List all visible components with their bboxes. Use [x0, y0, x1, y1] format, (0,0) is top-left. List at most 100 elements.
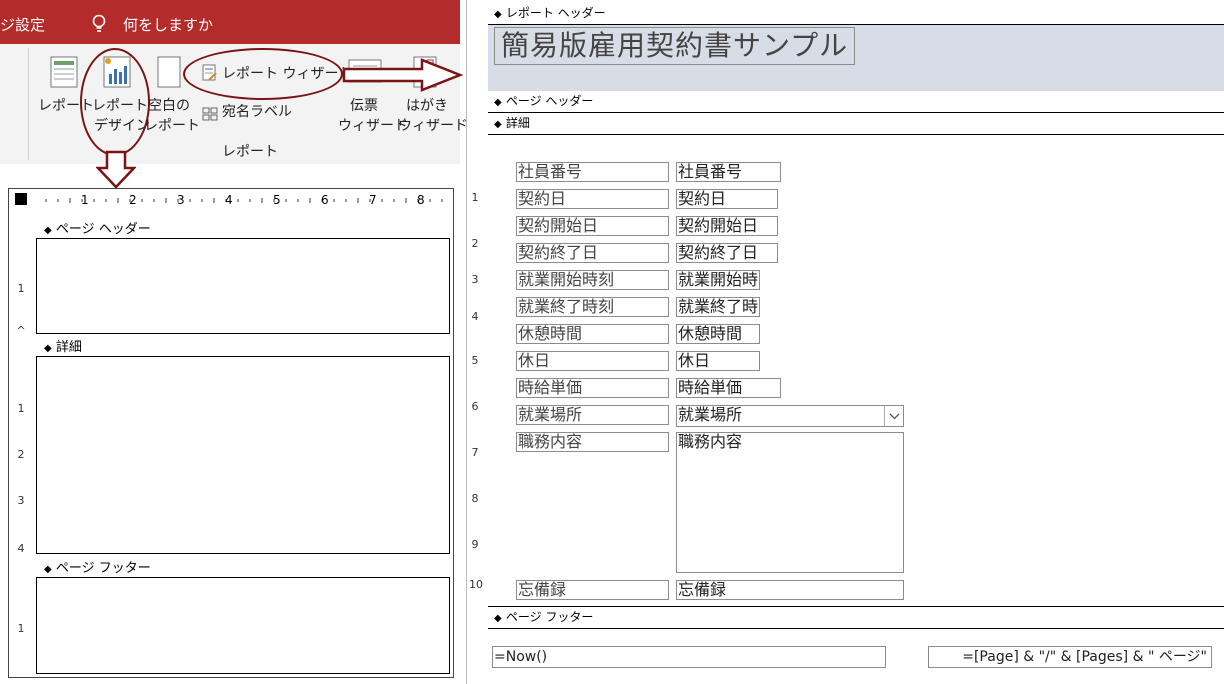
horizontal-ruler	[36, 190, 450, 210]
vruler-number: ^	[16, 324, 26, 337]
field-textbox[interactable]: 就業開始時	[676, 270, 760, 290]
section-bar-page-header[interactable]: ◆ ページ ヘッダー	[36, 218, 450, 238]
ruler-number: 2	[129, 193, 137, 207]
section-bar-detail[interactable]: ◆ 詳細	[36, 336, 450, 356]
highlight-report-wizard	[183, 48, 343, 100]
ruler-number: 6	[321, 193, 329, 207]
vruler-number: 1	[17, 622, 25, 635]
ruler-number: 4	[225, 193, 233, 207]
ribbon-divider	[28, 48, 29, 160]
arrow-right-annotation	[342, 58, 464, 92]
now-expression-textbox[interactable]: =Now()	[492, 646, 886, 668]
duties-textbox[interactable]: 職務内容	[676, 432, 904, 573]
vruler-number: 8	[471, 492, 479, 505]
field-textbox[interactable]: 就業終了時	[676, 297, 760, 317]
postcard-wizard-label-2[interactable]: ウィザード	[398, 116, 468, 136]
detail-area[interactable]	[36, 356, 450, 554]
vruler-number: 4	[17, 542, 25, 555]
vruler-number: 4	[471, 310, 479, 323]
field-textbox[interactable]: 契約日	[676, 189, 778, 209]
vruler-number: 3	[17, 494, 25, 507]
vruler-number: 2	[17, 448, 25, 461]
field-label[interactable]: 職務内容	[516, 432, 669, 452]
blank-report-label-1[interactable]: 空白の	[148, 96, 190, 116]
section-bar-report-header[interactable]: ◆ レポート ヘッダー	[488, 4, 1224, 24]
field-label[interactable]: 休日	[516, 351, 669, 371]
section-label: 詳細	[55, 340, 82, 355]
field-label[interactable]: 休憩時間	[516, 324, 669, 344]
field-label[interactable]: 時給単価	[516, 378, 669, 398]
postcard-wizard-label-1[interactable]: はがき	[406, 96, 448, 116]
section-marker-icon: ◆	[494, 119, 502, 130]
blank-report-icon	[157, 56, 181, 88]
vruler-number: 10	[469, 578, 483, 591]
section-label: ページ フッター	[505, 610, 594, 624]
vruler-number: 1	[17, 402, 25, 415]
field-label[interactable]: 就業開始時刻	[516, 270, 669, 290]
vruler-number: 5	[471, 354, 479, 367]
chevron-down-icon[interactable]	[884, 406, 903, 426]
separator	[488, 112, 1224, 113]
section-bar-page-footer[interactable]: ◆ ページ フッター	[36, 557, 450, 577]
section-marker-icon: ◆	[44, 225, 52, 236]
section-marker-icon: ◆	[494, 97, 502, 108]
section-label: レポート ヘッダー	[505, 6, 606, 20]
field-label[interactable]: 忘備録	[516, 580, 669, 600]
vruler-number: 6	[471, 400, 479, 413]
tell-me-search[interactable]: 何をしますか	[123, 14, 213, 35]
section-bar-page-header[interactable]: ◆ ページ ヘッダー	[488, 92, 1224, 112]
section-label: ページ ヘッダー	[505, 94, 594, 108]
lightbulb-icon	[92, 14, 106, 34]
field-textbox[interactable]: 忘備録	[676, 580, 904, 600]
arrow-down-annotation	[95, 150, 137, 190]
page-number-textbox[interactable]: =[Page] & "/" & [Pages] & " ページ"	[928, 646, 1212, 668]
select-all-box[interactable]	[15, 193, 27, 205]
section-bar-page-footer[interactable]: ◆ ページ フッター	[488, 608, 1224, 628]
page-footer-area[interactable]	[36, 577, 450, 674]
ribbon-tab-bar	[0, 0, 460, 44]
section-label: ページ フッター	[55, 561, 151, 576]
tab-page-setup[interactable]: ジ設定	[0, 14, 45, 35]
ruler-number: 1	[81, 193, 89, 207]
vruler-number: 3	[471, 273, 479, 286]
blank-report-label-2[interactable]: レポート	[144, 116, 200, 136]
field-textbox[interactable]: 契約開始日	[676, 216, 778, 236]
vruler-number: 1	[17, 282, 25, 295]
highlight-report-design	[80, 48, 150, 156]
field-textbox[interactable]: 契約終了日	[676, 243, 778, 263]
ruler-number: 3	[177, 193, 185, 207]
combobox-value: 就業場所	[678, 405, 743, 424]
field-textbox[interactable]: 休日	[676, 351, 760, 371]
field-label[interactable]: 就業終了時刻	[516, 297, 669, 317]
section-marker-icon: ◆	[494, 613, 502, 624]
ribbon-group-label: レポート	[222, 144, 278, 160]
labels-button[interactable]: 宛名ラベル	[222, 102, 292, 122]
vruler-number: 2	[471, 237, 479, 250]
field-label[interactable]: 契約終了日	[516, 243, 669, 263]
vruler-number: 1	[471, 191, 479, 204]
field-textbox[interactable]: 時給単価	[676, 378, 781, 398]
page-header-area[interactable]	[36, 238, 450, 334]
field-label[interactable]: 就業場所	[516, 405, 669, 425]
field-label[interactable]: 社員番号	[516, 162, 669, 182]
section-label: ページ ヘッダー	[55, 222, 151, 237]
section-marker-icon: ◆	[44, 343, 52, 354]
vruler-number: 7	[471, 446, 479, 459]
labels-icon	[202, 106, 218, 121]
ruler-number: 7	[369, 193, 377, 207]
separator	[488, 606, 1224, 607]
field-textbox[interactable]: 休憩時間	[676, 324, 760, 344]
separator	[488, 628, 1224, 629]
section-marker-icon: ◆	[494, 9, 502, 20]
workplace-combobox[interactable]: 就業場所	[676, 405, 904, 427]
field-textbox[interactable]: 社員番号	[676, 162, 781, 182]
report-title-label[interactable]: 簡易版雇用契約書サンプル	[494, 27, 856, 65]
field-label[interactable]: 契約日	[516, 189, 669, 209]
section-bar-detail[interactable]: ◆ 詳細	[488, 114, 1224, 134]
vruler-number: 9	[471, 538, 479, 551]
ruler-number: 8	[417, 193, 425, 207]
field-label[interactable]: 契約開始日	[516, 216, 669, 236]
section-label: 詳細	[505, 116, 530, 130]
ruler-number: 5	[273, 193, 281, 207]
slip-wizard-label-1[interactable]: 伝票	[350, 96, 378, 116]
